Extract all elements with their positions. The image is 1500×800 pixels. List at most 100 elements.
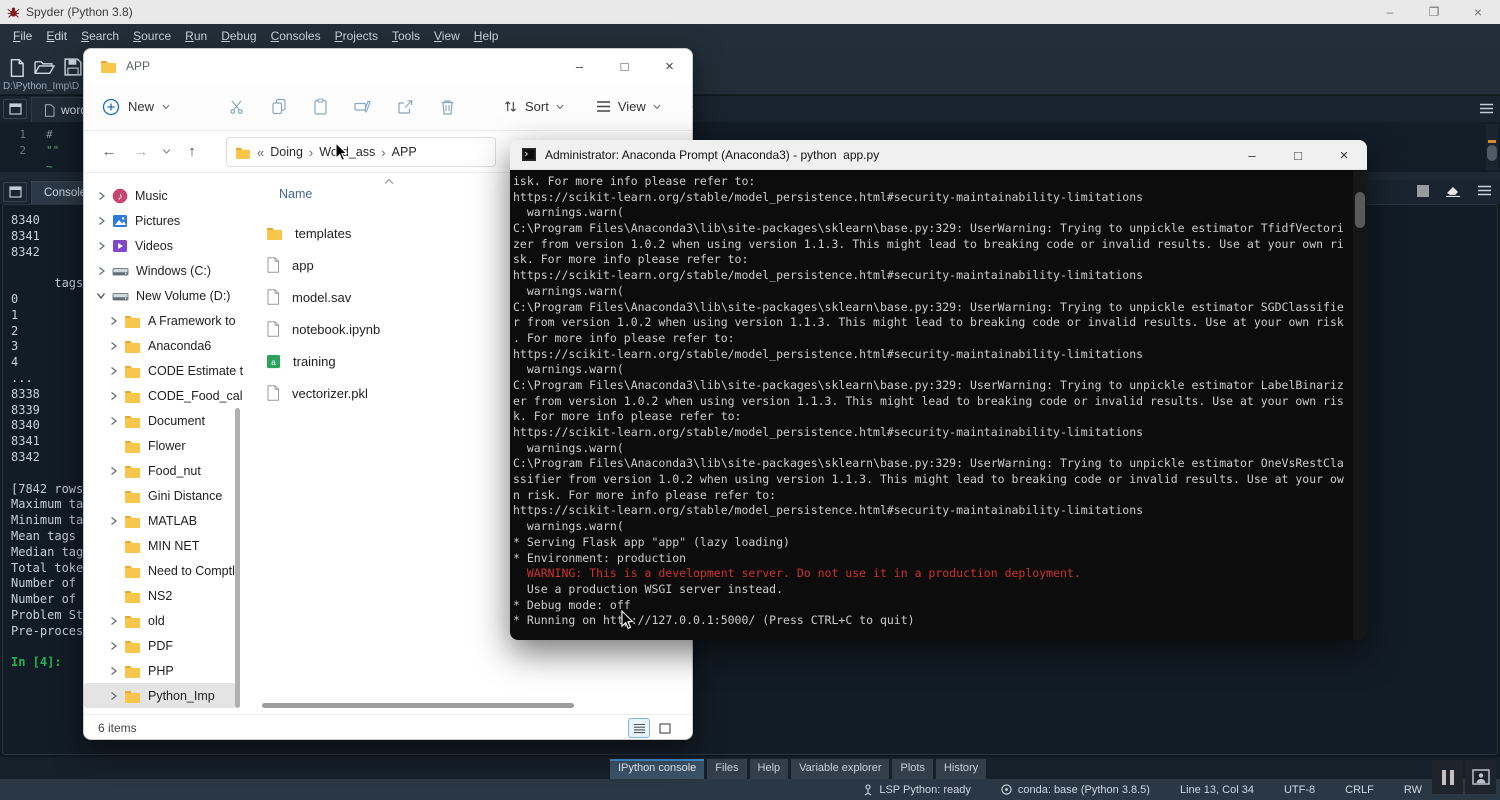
file-row-app[interactable]: app [252,249,512,281]
chevron-right-icon[interactable] [106,416,120,426]
chevron-right-icon[interactable] [94,191,108,201]
sidebar-item-matlab[interactable]: MATLAB [84,508,244,533]
chevron-right-icon[interactable] [106,366,120,376]
sidebar-item-php[interactable]: PHP [84,658,244,683]
view-button[interactable]: View [596,99,661,114]
explorer-close-button[interactable]: × [647,49,692,83]
prompt-scrollbar[interactable] [1353,170,1367,640]
chevron-right-icon[interactable] [94,216,108,226]
interrupt-kernel-icon[interactable] [1417,185,1429,197]
spyder-titlebar[interactable]: Spyder (Python 3.8) – ❐ × [0,0,1500,24]
pane-tab-help[interactable]: Help [750,759,789,779]
file-row-templates[interactable]: templates [252,217,512,249]
explorer-titlebar[interactable]: APP – □ × [84,49,692,83]
share-icon[interactable] [397,99,414,115]
explorer-minimize-button[interactable]: – [557,49,602,83]
open-folder-icon[interactable] [34,58,55,76]
editor-options-icon[interactable] [1479,102,1494,115]
cut-icon[interactable] [228,99,245,115]
new-file-icon[interactable] [8,58,26,78]
pane-tab-files[interactable]: Files [707,759,746,779]
spyder-restore-button[interactable]: ❐ [1412,0,1456,24]
sidebar-item-code-estimate-t[interactable]: CODE Estimate t [84,358,244,383]
chevron-right-icon[interactable] [94,241,108,251]
console-input-prompt[interactable]: In [4]: [11,655,90,671]
clear-console-icon[interactable] [1445,184,1461,197]
prompt-minimize-button[interactable]: – [1229,140,1275,170]
sidebar-item-pdf[interactable]: PDF [84,633,244,658]
save-icon[interactable] [64,58,82,76]
sidebar-item-a-framework-to[interactable]: A Framework to [84,308,244,333]
sidebar-item-old[interactable]: old [84,608,244,633]
file-row-training[interactable]: atraining [252,345,512,377]
file-row-model-sav[interactable]: model.sav [252,281,512,313]
prompt-titlebar[interactable]: Administrator: Anaconda Prompt (Anaconda… [510,140,1367,170]
spyder-minimize-button[interactable]: – [1368,0,1412,24]
rename-icon[interactable] [354,99,371,114]
sidebar-item-anaconda6[interactable]: Anaconda6 [84,333,244,358]
chevron-right-icon[interactable] [106,616,120,626]
breadcrumb-item-app[interactable]: APP [392,145,417,159]
sidebar-item-gini-distance[interactable]: Gini Distance [84,483,244,508]
forward-icon[interactable]: → [130,143,152,160]
chevron-right-icon[interactable] [106,391,120,401]
sort-button[interactable]: Sort [503,99,564,114]
menu-help[interactable]: Help [469,27,504,45]
sidebar-item-ns2[interactable]: NS2 [84,583,244,608]
chevron-down-icon[interactable] [94,291,108,300]
editor-scrollbar-thumb[interactable] [1487,145,1497,161]
chevron-right-icon[interactable] [106,466,120,476]
menu-run[interactable]: Run [180,27,212,45]
menu-consoles[interactable]: Consoles [266,27,326,45]
sidebar-item-pictures[interactable]: Pictures [84,208,244,233]
sort-ascending-icon[interactable] [384,178,394,185]
pause-icon[interactable] [1432,760,1463,794]
chevron-right-icon[interactable] [106,516,120,526]
sidebar-item-python-imp[interactable]: Python_Imp [84,683,236,708]
sidebar-item-code-food-cal[interactable]: CODE_Food_cal [84,383,244,408]
console-browse-tabs-icon[interactable] [3,182,27,202]
details-view-toggle[interactable] [628,718,650,738]
sidebar-item-windows-c-[interactable]: Windows (C:) [84,258,244,283]
sidebar-item-food-nut[interactable]: Food_nut [84,458,244,483]
pane-tab-ipython-console[interactable]: IPython console [610,759,704,779]
sidebar-item-videos[interactable]: Videos [84,233,244,258]
breadcrumb[interactable]: « Doing›Word_ass›APP [226,137,496,167]
browse-tabs-icon[interactable] [3,99,27,119]
new-button[interactable]: New [102,98,170,116]
file-row-vectorizer-pkl[interactable]: vectorizer.pkl [252,377,512,409]
recent-locations-icon[interactable] [162,148,171,155]
prompt-close-button[interactable]: × [1321,140,1367,170]
chevron-right-icon[interactable] [106,641,120,651]
menu-edit[interactable]: Edit [41,27,72,45]
pane-tab-plots[interactable]: Plots [892,759,932,779]
sidebar-item-flower[interactable]: Flower [84,433,244,458]
menu-debug[interactable]: Debug [216,27,261,45]
chevron-right-icon[interactable] [106,666,120,676]
horizontal-scrollbar-thumb[interactable] [262,703,574,708]
up-icon[interactable]: ↑ [181,143,203,160]
sidebar-item-document[interactable]: Document [84,408,244,433]
spyder-close-button[interactable]: × [1456,0,1500,24]
file-row-notebook-ipynb[interactable]: notebook.ipynb [252,313,512,345]
sidebar-item-need-to-comptl[interactable]: Need to Comptl [84,558,244,583]
menu-projects[interactable]: Projects [330,27,383,45]
menu-tools[interactable]: Tools [387,27,425,45]
breadcrumb-ellipsis[interactable]: « [257,145,264,160]
horizontal-scrollbar[interactable] [254,701,674,711]
prompt-maximize-button[interactable]: □ [1275,140,1321,170]
chevron-right-icon[interactable] [106,341,120,351]
back-icon[interactable]: ← [98,143,120,160]
pane-tab-variable-explorer[interactable]: Variable explorer [791,759,889,779]
sidebar-scrollbar-thumb[interactable] [235,408,240,708]
prompt-scrollbar-thumb[interactable] [1355,192,1365,228]
prompt-output[interactable]: isk. For more info please refer to:https… [510,170,1367,640]
thumbnail-view-toggle[interactable] [654,718,676,738]
menu-file[interactable]: File [8,27,37,45]
menu-source[interactable]: Source [128,27,176,45]
chevron-right-icon[interactable] [106,691,120,701]
sidebar-item-new-volume-d-[interactable]: New Volume (D:) [84,283,244,308]
chevron-right-icon[interactable] [94,266,108,276]
pane-tab-history[interactable]: History [936,759,986,779]
name-column-header[interactable]: Name [279,187,312,201]
